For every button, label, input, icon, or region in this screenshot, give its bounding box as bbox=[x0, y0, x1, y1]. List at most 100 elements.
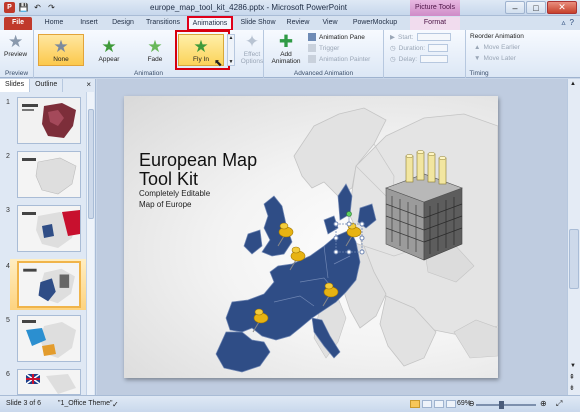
slide-sorter-icon[interactable] bbox=[422, 400, 432, 408]
move-later-label: Move Later bbox=[483, 55, 516, 62]
theme-name[interactable]: "1_Office Theme" bbox=[58, 400, 113, 407]
normal-view-icon[interactable] bbox=[410, 400, 420, 408]
slide-preview bbox=[17, 369, 81, 395]
scroll-up-icon[interactable]: ▲ bbox=[570, 81, 576, 87]
tab-home[interactable]: Home bbox=[40, 17, 68, 30]
pane-close-icon[interactable]: × bbox=[86, 80, 91, 89]
slide-number: 2 bbox=[6, 153, 10, 160]
tab-transitions[interactable]: Transitions bbox=[142, 17, 184, 30]
redo-icon[interactable]: ↷ bbox=[46, 2, 57, 13]
ribbon-help-controls: ▵ ? bbox=[562, 18, 574, 27]
reorder-animation-label: Reorder Animation bbox=[470, 33, 524, 40]
preview-star-icon: ★ bbox=[7, 32, 24, 51]
tab-outline[interactable]: Outline bbox=[30, 79, 64, 92]
animation-pane-icon bbox=[308, 33, 316, 41]
fit-to-window-icon[interactable]: ⤢ bbox=[556, 399, 562, 409]
animation-pane-label: Animation Pane bbox=[319, 33, 365, 41]
move-later-button[interactable]: ▼ Move Later bbox=[474, 55, 516, 62]
close-button[interactable]: ✕ bbox=[547, 1, 577, 14]
thumb-6-image bbox=[18, 370, 80, 394]
tab-animations[interactable]: Animations bbox=[187, 16, 233, 31]
scroll-down-icon[interactable]: ▼ bbox=[570, 363, 576, 369]
animation-painter-label: Animation Painter bbox=[319, 55, 371, 63]
slide-number: 4 bbox=[6, 263, 10, 270]
europe-map-graphic[interactable] bbox=[124, 96, 498, 378]
slide-number: 5 bbox=[6, 317, 10, 324]
group-advanced-animation: ✚ Add Animation Animation Pane Trigger A… bbox=[264, 30, 384, 78]
animation-fade[interactable]: ★ Fade bbox=[132, 34, 178, 66]
delay-label: Delay: bbox=[398, 55, 418, 63]
add-animation-icon: ✚ bbox=[278, 32, 294, 51]
animation-painter-button[interactable]: Animation Painter bbox=[308, 55, 370, 63]
gallery-down-icon[interactable]: ▼ bbox=[229, 59, 234, 65]
slides-pane-scroll-thumb[interactable] bbox=[88, 109, 94, 219]
group-animation: ★ None ★ Appear ★ Fade ★ Fly In ⬉ ▲ ▼ ✦ … bbox=[34, 30, 264, 78]
tab-design[interactable]: Design bbox=[108, 17, 138, 30]
window-controls: – □ ✕ bbox=[505, 1, 577, 14]
tab-insert[interactable]: Insert bbox=[74, 17, 104, 30]
editor-scroll-thumb[interactable] bbox=[569, 229, 579, 289]
tab-view[interactable]: View bbox=[318, 17, 342, 30]
thumb-2-image bbox=[18, 152, 80, 197]
trigger-label: Trigger bbox=[319, 44, 340, 52]
maximize-button[interactable]: □ bbox=[526, 1, 546, 14]
window-title: europe_map_tool_kit_4286.pptx - Microsof… bbox=[150, 3, 347, 12]
help-icon[interactable]: ? bbox=[570, 18, 574, 27]
trigger-button[interactable]: Trigger bbox=[308, 44, 339, 52]
duration-input[interactable] bbox=[428, 44, 449, 52]
current-slide[interactable]: European Map Tool Kit Completely Editabl… bbox=[124, 96, 498, 378]
animation-none[interactable]: ★ None bbox=[38, 34, 84, 66]
move-later-icon: ▼ bbox=[474, 55, 481, 62]
zoom-in-icon[interactable]: ⊕ bbox=[540, 399, 547, 408]
add-animation-button[interactable]: ✚ Add Animation bbox=[268, 32, 304, 66]
add-animation-label: Add Animation bbox=[271, 51, 301, 65]
reading-view-icon[interactable] bbox=[434, 400, 444, 408]
tab-powermockup[interactable]: PowerMockup bbox=[348, 17, 402, 30]
picture-tools-context-label: Picture Tools bbox=[410, 0, 460, 16]
undo-icon[interactable]: ↶ bbox=[32, 2, 43, 13]
animation-appear[interactable]: ★ Appear bbox=[86, 34, 132, 66]
zoom-out-icon[interactable]: ⊖ bbox=[468, 399, 475, 408]
slide-subtitle-line-2: Map of Europe bbox=[139, 200, 192, 209]
gallery-up-icon[interactable]: ▲ bbox=[229, 35, 234, 41]
tab-slide-show[interactable]: Slide Show bbox=[238, 17, 278, 30]
slide-show-icon[interactable] bbox=[446, 400, 456, 408]
quick-access-toolbar: P 💾 ↶ ↷ bbox=[4, 2, 57, 13]
start-dropdown[interactable] bbox=[416, 33, 451, 41]
ribbon-tabs: File Home Insert Design Transitions Anim… bbox=[0, 16, 580, 31]
powerpoint-app-icon[interactable]: P bbox=[4, 2, 15, 13]
spellcheck-icon[interactable]: ✓ bbox=[112, 400, 119, 409]
move-earlier-button[interactable]: ▲ Move Earlier bbox=[474, 44, 520, 51]
tab-file[interactable]: File bbox=[4, 17, 32, 30]
minimize-button[interactable]: – bbox=[505, 1, 525, 14]
group-timing: ▶ Start: ◷ Duration: ◷ Delay: Timing bbox=[384, 30, 489, 78]
animation-appear-label: Appear bbox=[98, 55, 120, 63]
ribbon: ★ Preview Preview ★ None ★ Appear ★ Fade… bbox=[0, 30, 580, 78]
tab-review[interactable]: Review bbox=[283, 17, 313, 30]
effect-options-button[interactable]: ✦ Effect Options bbox=[238, 33, 266, 66]
minimize-ribbon-icon[interactable]: ▵ bbox=[562, 18, 566, 27]
editor-vertical-scrollbar[interactable]: ▲ ▼ ⇞ ⇟ bbox=[567, 79, 580, 395]
pane-tabs: Slides Outline bbox=[0, 79, 96, 92]
duration-label: Duration: bbox=[398, 44, 426, 52]
zoom-slider[interactable] bbox=[476, 401, 536, 409]
group-preview: ★ Preview Preview bbox=[0, 30, 34, 78]
tab-format[interactable]: Format bbox=[410, 17, 460, 30]
duration-icon: ◷ bbox=[390, 45, 396, 52]
preview-button[interactable]: ★ Preview bbox=[4, 32, 27, 59]
animation-pane-button[interactable]: Animation Pane bbox=[308, 33, 365, 41]
next-slide-icon[interactable]: ⇟ bbox=[569, 384, 575, 392]
start-icon: ▶ bbox=[390, 34, 395, 41]
save-icon[interactable]: 💾 bbox=[18, 2, 29, 13]
start-row: ▶ Start: bbox=[390, 33, 451, 41]
zoom-slider-knob[interactable] bbox=[499, 401, 504, 409]
slide-title[interactable]: European Map Tool Kit bbox=[139, 151, 257, 189]
previous-slide-icon[interactable]: ⇞ bbox=[569, 373, 575, 381]
title-bar: P 💾 ↶ ↷ europe_map_tool_kit_4286.pptx - … bbox=[0, 0, 580, 16]
mouse-cursor-icon: ⬉ bbox=[214, 58, 223, 69]
tab-slides[interactable]: Slides bbox=[0, 79, 31, 92]
animation-painter-icon bbox=[308, 55, 316, 63]
delay-input[interactable] bbox=[420, 55, 449, 63]
slide-subtitle[interactable]: Completely Editable Map of Europe bbox=[139, 188, 210, 210]
animation-gallery-scroll[interactable]: ▲ ▼ bbox=[227, 34, 235, 66]
